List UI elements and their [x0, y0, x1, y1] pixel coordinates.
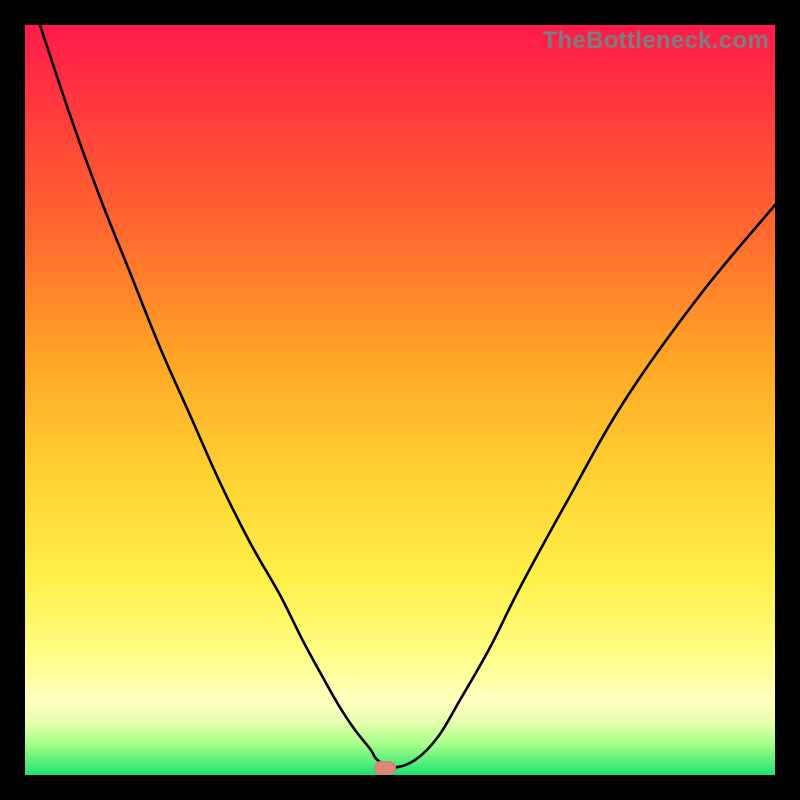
plot-area: TheBottleneck.com	[25, 25, 775, 775]
bottleneck-curve-path	[40, 25, 775, 768]
min-point-marker	[374, 761, 396, 775]
line-chart	[25, 25, 775, 775]
outer-frame: TheBottleneck.com	[0, 0, 800, 800]
